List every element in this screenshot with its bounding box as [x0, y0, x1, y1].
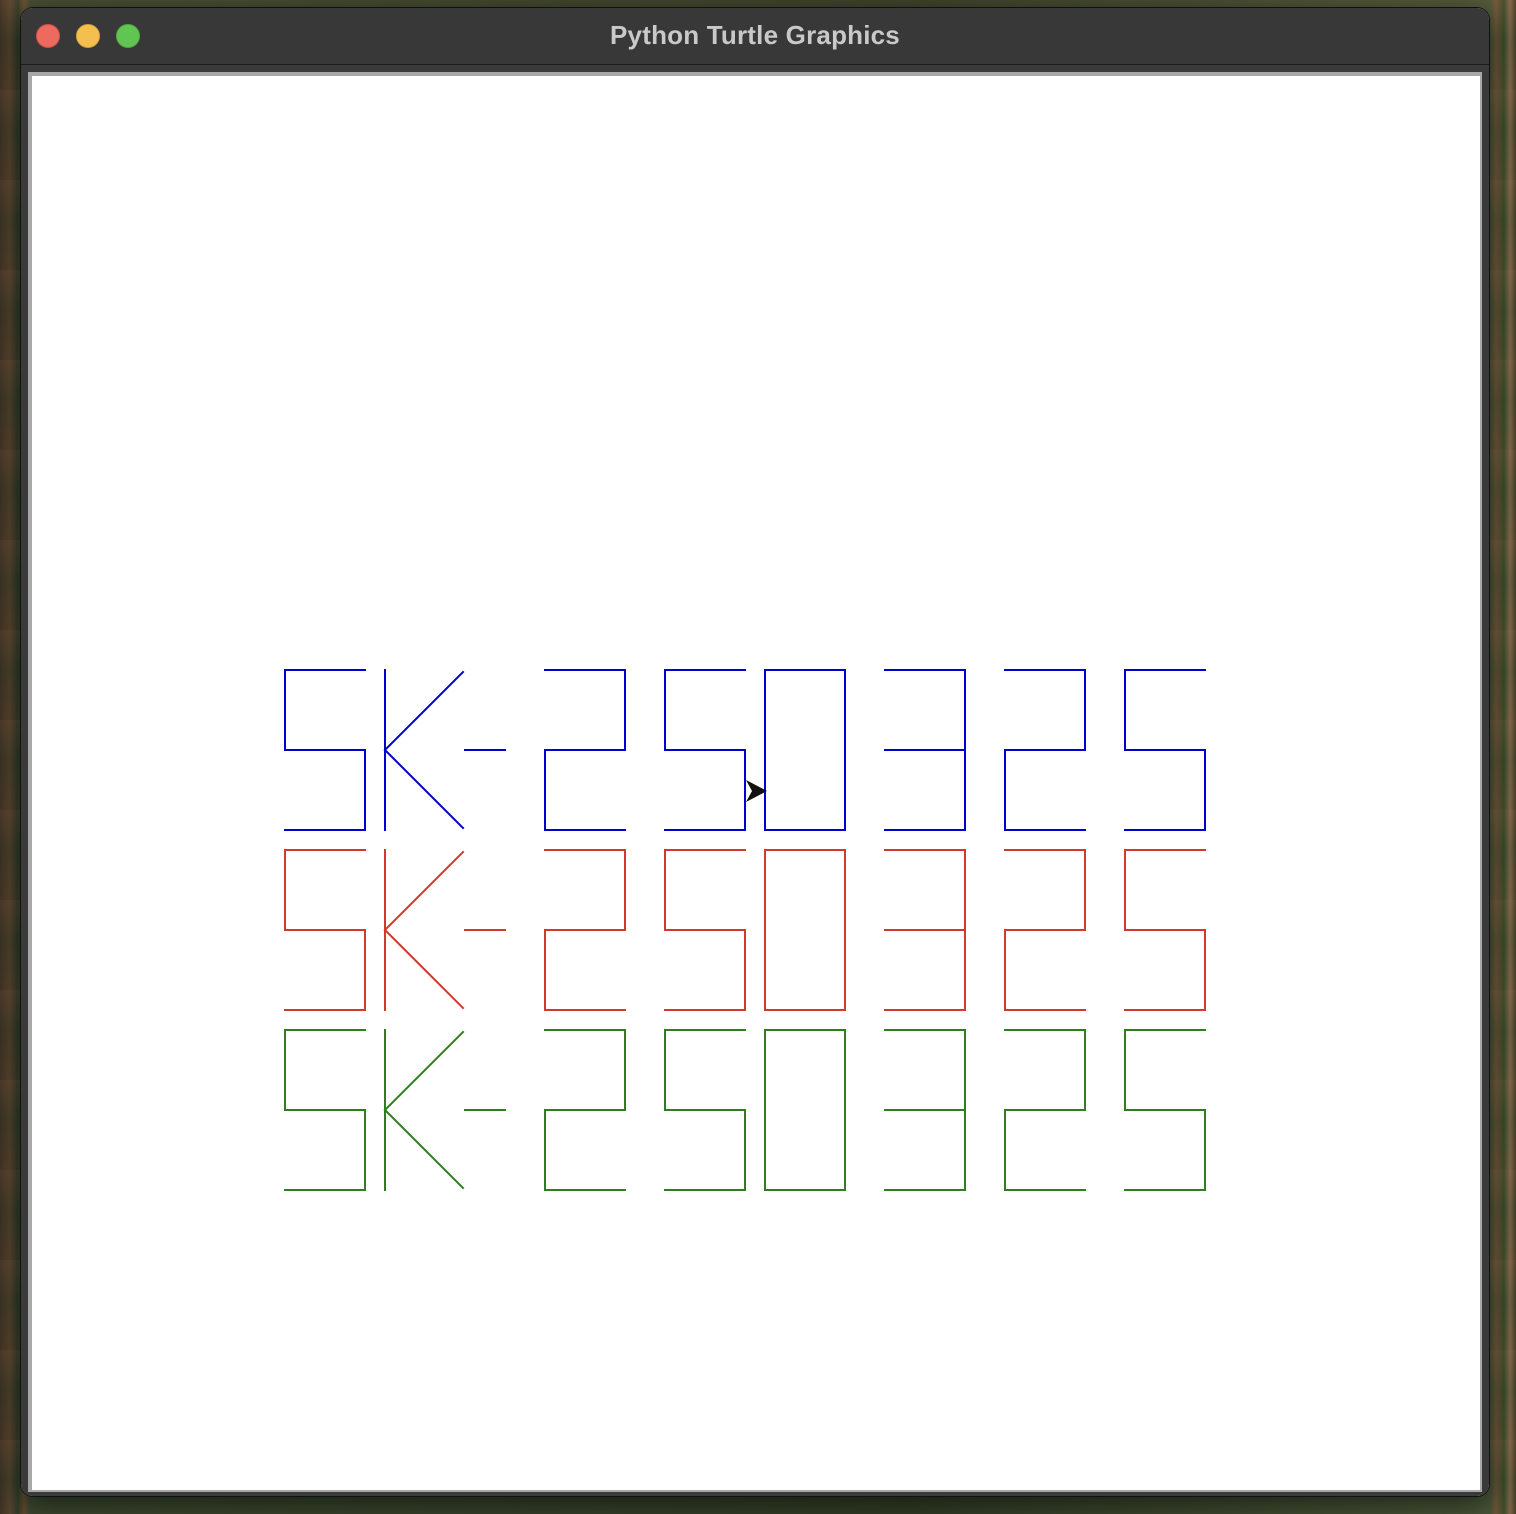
glyph-0: [764, 669, 846, 831]
glyph-2: [544, 849, 626, 1011]
turtle-canvas[interactable]: [32, 76, 1480, 1490]
glyph-s: [284, 849, 366, 1011]
turtle-arrow-icon: [746, 780, 767, 802]
glyph-k: [383, 669, 465, 831]
window-title: Python Turtle Graphics: [610, 20, 900, 50]
glyph-0: [764, 1029, 846, 1191]
glyph-3: [884, 849, 966, 1011]
turtle-window: Python Turtle Graphics: [21, 8, 1489, 1496]
glyph-s: [284, 1029, 366, 1191]
glyph-2: [1004, 849, 1086, 1011]
glyph-3: [884, 669, 966, 831]
glyph-5: [1124, 1029, 1206, 1191]
stroke-segment: [383, 670, 465, 752]
glyph-2: [1004, 1029, 1086, 1191]
stroke-segment: [383, 1108, 465, 1190]
turtle-drawing: [284, 669, 1206, 1191]
title-bar[interactable]: Python Turtle Graphics: [21, 8, 1489, 65]
glyph-k: [383, 1029, 465, 1191]
glyph-5: [1124, 669, 1206, 831]
glyph-2: [544, 1029, 626, 1191]
stroke-segment: [383, 748, 465, 830]
glyph-2: [1004, 669, 1086, 831]
glyph-k: [383, 849, 465, 1011]
text-row: [284, 849, 1206, 1011]
glyph-s: [284, 669, 366, 831]
glyph-2: [544, 669, 626, 831]
stroke-segment: [383, 850, 465, 932]
glyph-5: [1124, 849, 1206, 1011]
stroke-segment: [383, 1030, 465, 1112]
glyph-5: [664, 849, 746, 1011]
stroke-segment: [383, 928, 465, 1010]
glyph-5: [664, 669, 746, 831]
text-row: [284, 669, 1206, 831]
text-row: [284, 1029, 1206, 1191]
glyph-5: [664, 1029, 746, 1191]
glyph-3: [884, 1029, 966, 1191]
glyph-0: [764, 849, 846, 1011]
